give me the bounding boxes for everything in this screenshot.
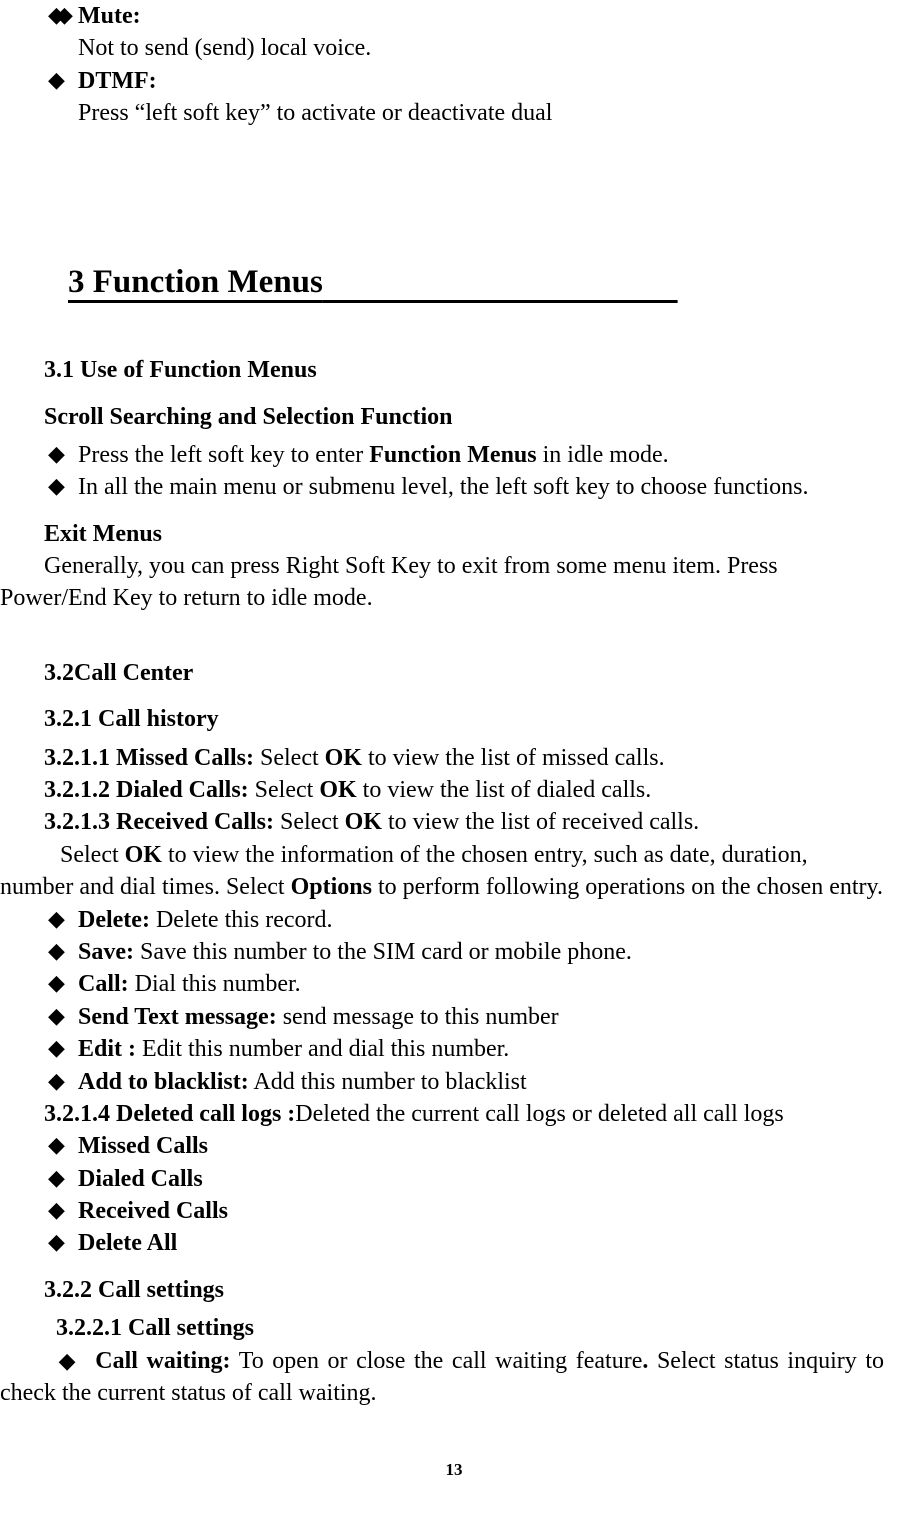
list-item: Send Text message: send message to this …	[0, 1001, 908, 1033]
text: Press the left soft key to enter	[78, 442, 369, 468]
item-desc: Dial this number.	[129, 971, 301, 997]
text: in idle mode.	[537, 442, 669, 468]
text: Generally, you can press Right Soft Key …	[0, 553, 778, 611]
line-3-2-1-2: 3.2.1.2 Dialed Calls: Select OK to view …	[0, 774, 908, 806]
item-desc: Delete this record.	[150, 907, 333, 933]
page-number: 13	[0, 1459, 908, 1482]
text: Deleted the current call logs or deleted…	[295, 1101, 783, 1127]
heading-3-2-2: 3.2.2 Call settings	[0, 1274, 908, 1306]
item-label: Received Calls	[78, 1198, 228, 1224]
text: To open or close the call waiting featur…	[231, 1348, 643, 1374]
item-label: DTMF:	[78, 68, 157, 94]
item-desc: Add this number to blacklist	[249, 1069, 527, 1095]
item-label: Send Text message:	[78, 1004, 277, 1030]
item-label: Edit :	[78, 1036, 136, 1062]
bold-text: OK	[325, 745, 362, 771]
item-label: Add to blacklist:	[78, 1069, 249, 1095]
section-title: 3 Function Menus	[0, 260, 908, 305]
heading-3-2-1: 3.2.1 Call history	[0, 703, 908, 735]
list-item: Delete: Delete this record.	[0, 904, 908, 936]
item-label: Call:	[78, 971, 129, 997]
text: In all the main menu or submenu level, t…	[78, 474, 809, 500]
bold-text: Function Menus	[369, 442, 536, 468]
text: to view the list of received calls.	[382, 809, 699, 835]
item-label: Delete All	[78, 1230, 177, 1256]
bold-text: 3.2.1.1 Missed Calls:	[44, 745, 260, 771]
item-label: Missed Calls	[78, 1133, 208, 1159]
item-desc: Edit this number and dial this number.	[136, 1036, 509, 1062]
list-item: In all the main menu or submenu level, t…	[0, 471, 908, 503]
list-item: Call: Dial this number.	[0, 968, 908, 1000]
item-label: Save:	[78, 939, 134, 965]
section-title-text: 3 Function Menus	[68, 264, 323, 300]
bold-text: 3.2.1.3 Received Calls:	[44, 809, 280, 835]
heading-3-1: 3.1 Use of Function Menus	[0, 354, 908, 386]
item-desc: Not to send (send) local voice.	[78, 32, 908, 64]
delete-bullet-list: Missed Calls Dialed Calls Received Calls…	[0, 1130, 908, 1260]
list-item: Missed Calls	[0, 1130, 908, 1162]
heading-3-2-2-1: 3.2.2.1 Call settings	[0, 1312, 908, 1344]
item-label: Call waiting:	[95, 1348, 230, 1374]
bold-text: OK	[319, 777, 356, 803]
line-3-2-1-3: 3.2.1.3 Received Calls: Select OK to vie…	[0, 806, 908, 838]
item-desc: Save this number to the SIM card or mobi…	[134, 939, 632, 965]
list-item: Dialed Calls	[0, 1163, 908, 1195]
item-desc: Press “left soft key” to activate or dea…	[78, 97, 908, 129]
text: Select	[60, 842, 125, 868]
bold-text: OK	[345, 809, 382, 835]
select-paragraph: Select OK to view the information of the…	[0, 839, 908, 904]
bold-text: Options	[291, 874, 372, 900]
exit-paragraph: Generally, you can press Right Soft Key …	[0, 550, 908, 615]
list-item: Add to blacklist: Add this number to bla…	[0, 1066, 908, 1098]
list-item: DTMF: Press “left soft key” to activate …	[0, 65, 908, 130]
list-item: Received Calls	[0, 1195, 908, 1227]
item-label: Delete:	[78, 907, 150, 933]
call-waiting-list: ◆ Call waiting: To open or close the cal…	[0, 1345, 908, 1410]
text: to view the list of missed calls.	[362, 745, 665, 771]
list-item: Mute: Not to send (send) local voice.	[0, 0, 908, 65]
item-label: Dialed Calls	[78, 1166, 203, 1192]
list-item: Save: Save this number to the SIM card o…	[0, 936, 908, 968]
line-3-2-1-1: 3.2.1.1 Missed Calls: Select OK to view …	[0, 742, 908, 774]
list-item: ◆ Call waiting: To open or close the cal…	[0, 1345, 908, 1410]
text: to perform following operations on the c…	[372, 874, 883, 900]
scroll-bullet-list: Press the left soft key to enter Functio…	[0, 439, 908, 504]
bold-text: OK	[125, 842, 162, 868]
bold-text: .	[642, 1348, 657, 1374]
text: Select	[280, 809, 345, 835]
list-item: Edit : Edit this number and dial this nu…	[0, 1033, 908, 1065]
text: Select	[255, 777, 320, 803]
item-desc: send message to this number	[277, 1004, 559, 1030]
heading-exit: Exit Menus	[0, 518, 908, 550]
heading-3-2: 3.2Call Center	[0, 657, 908, 689]
text: Select	[260, 745, 325, 771]
line-3-2-1-4: 3.2.1.4 Deleted call logs :Deleted the c…	[0, 1098, 908, 1130]
list-item: Delete All	[0, 1227, 908, 1259]
list-item: Press the left soft key to enter Functio…	[0, 439, 908, 471]
options-bullet-list: Delete: Delete this record. Save: Save t…	[0, 904, 908, 1098]
item-label: Mute:	[78, 3, 141, 29]
bold-text: 3.2.1.2 Dialed Calls:	[44, 777, 255, 803]
bold-text: 3.2.1.4 Deleted call logs :	[44, 1101, 295, 1127]
text: to view the list of dialed calls.	[357, 777, 652, 803]
top-bullet-list: Mute: Not to send (send) local voice. DT…	[0, 0, 908, 130]
heading-scroll: Scroll Searching and Selection Function	[0, 401, 908, 433]
